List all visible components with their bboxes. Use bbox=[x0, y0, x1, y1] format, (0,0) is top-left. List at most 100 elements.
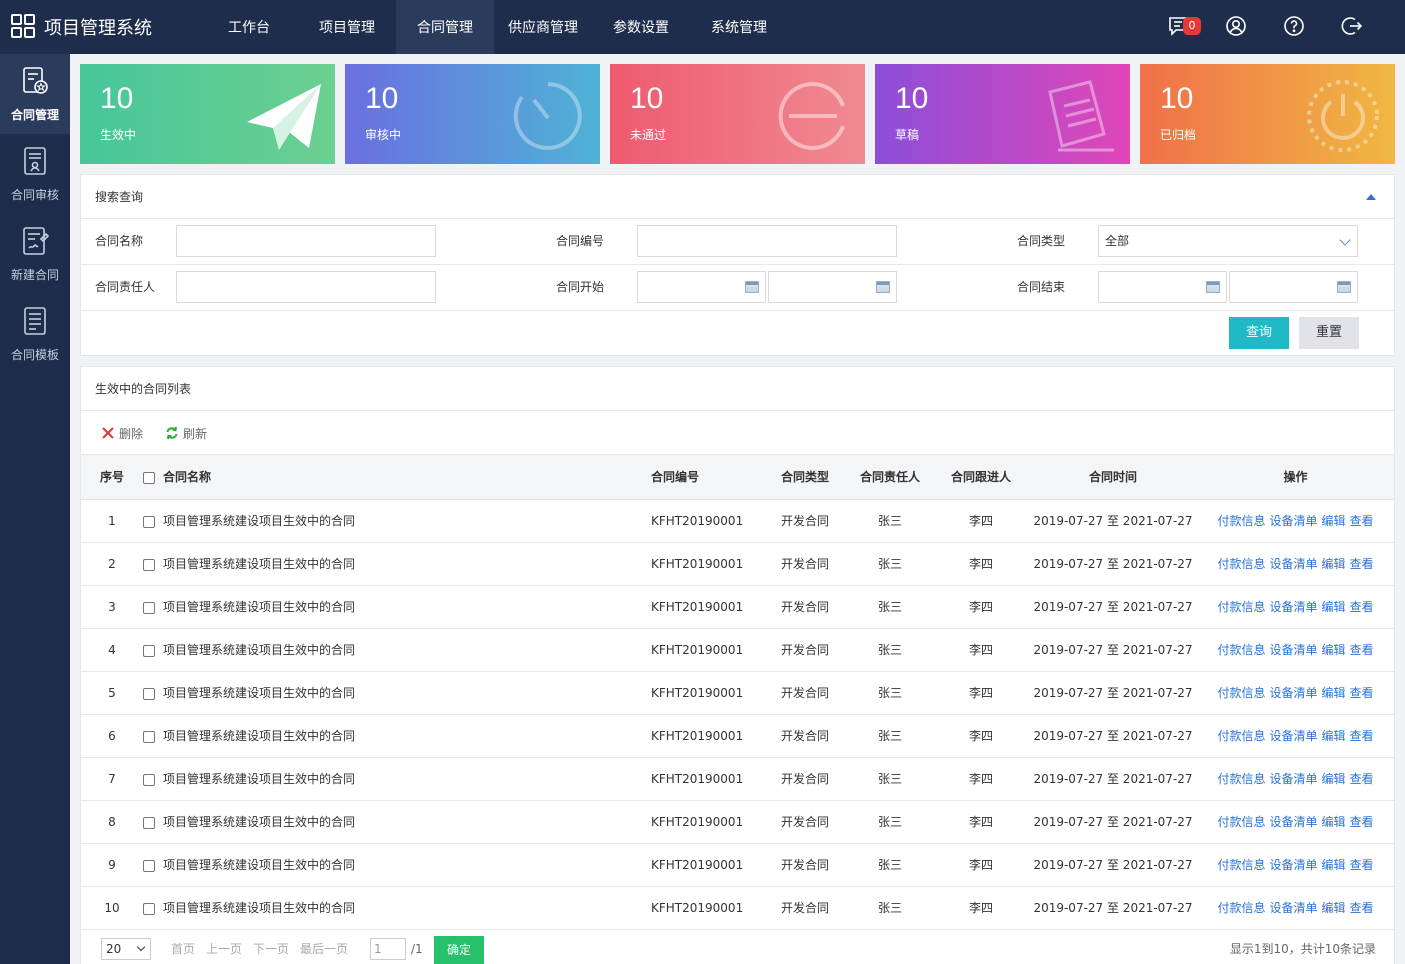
stat-card-active[interactable]: 10 生效中 bbox=[80, 64, 335, 164]
payment-info-link[interactable]: 付款信息 bbox=[1217, 901, 1265, 915]
row-checkbox[interactable] bbox=[143, 730, 155, 743]
reset-button[interactable]: 重置 bbox=[1299, 317, 1359, 349]
view-link[interactable]: 查看 bbox=[1350, 772, 1374, 786]
equipment-list-link[interactable]: 设备清单 bbox=[1269, 643, 1317, 657]
end-date-from-input[interactable] bbox=[1098, 271, 1227, 303]
sidebar-item-contract-management[interactable]: 合同管理 bbox=[0, 54, 70, 134]
table-row[interactable]: 5 项目管理系统建设项目生效中的合同 KFHT20190001 开发合同 张三 李四 201… bbox=[81, 671, 1394, 715]
query-button[interactable]: 查询 bbox=[1229, 317, 1289, 349]
payment-info-link[interactable]: 付款信息 bbox=[1217, 557, 1265, 571]
edit-link[interactable]: 编辑 bbox=[1322, 901, 1346, 915]
calendar-icon[interactable] bbox=[1206, 281, 1220, 293]
page-size-select[interactable]: 20 bbox=[101, 938, 151, 960]
row-checkbox[interactable] bbox=[143, 558, 155, 571]
view-link[interactable]: 查看 bbox=[1350, 858, 1374, 872]
contract-type-select[interactable]: 全部 bbox=[1098, 225, 1358, 257]
view-link[interactable]: 查看 bbox=[1350, 600, 1374, 614]
stat-card-rejected[interactable]: 10 未通过 bbox=[610, 64, 865, 164]
table-row[interactable]: 8 项目管理系统建设项目生效中的合同 KFHT20190001 开发合同 张三 李四 201… bbox=[81, 800, 1394, 844]
logout-button[interactable] bbox=[1323, 0, 1381, 54]
edit-link[interactable]: 编辑 bbox=[1322, 557, 1346, 571]
next-page-link[interactable]: 下一页 bbox=[253, 938, 289, 960]
brand[interactable]: 项目管理系统 bbox=[10, 12, 152, 42]
nav-supplier-management[interactable]: 供应商管理 bbox=[494, 0, 592, 54]
calendar-icon[interactable] bbox=[745, 281, 759, 293]
go-page-button[interactable]: 确定 bbox=[434, 936, 484, 964]
view-link[interactable]: 查看 bbox=[1350, 686, 1374, 700]
contract-name-input[interactable] bbox=[176, 225, 436, 257]
equipment-list-link[interactable]: 设备清单 bbox=[1269, 729, 1317, 743]
table-row[interactable]: 6 项目管理系统建设项目生效中的合同 KFHT20190001 开发合同 张三 李四 201… bbox=[81, 714, 1394, 758]
last-page-link[interactable]: 最后一页 bbox=[300, 938, 348, 960]
payment-info-link[interactable]: 付款信息 bbox=[1217, 729, 1265, 743]
equipment-list-link[interactable]: 设备清单 bbox=[1269, 514, 1317, 528]
payment-info-link[interactable]: 付款信息 bbox=[1217, 514, 1265, 528]
row-checkbox[interactable] bbox=[143, 644, 155, 657]
edit-link[interactable]: 编辑 bbox=[1322, 772, 1346, 786]
contract-number-input[interactable] bbox=[637, 225, 897, 257]
calendar-icon[interactable] bbox=[876, 281, 890, 293]
row-checkbox[interactable] bbox=[143, 687, 155, 700]
calendar-icon[interactable] bbox=[1337, 281, 1351, 293]
nav-project-management[interactable]: 项目管理 bbox=[298, 0, 396, 54]
equipment-list-link[interactable]: 设备清单 bbox=[1269, 901, 1317, 915]
edit-link[interactable]: 编辑 bbox=[1322, 815, 1346, 829]
page-number-input[interactable]: 1 bbox=[370, 938, 406, 960]
edit-link[interactable]: 编辑 bbox=[1322, 600, 1346, 614]
sidebar-item-contract-template[interactable]: 合同模板 bbox=[0, 294, 70, 374]
view-link[interactable]: 查看 bbox=[1350, 514, 1374, 528]
table-row[interactable]: 2 项目管理系统建设项目生效中的合同 KFHT20190001 开发合同 张三 李四 201… bbox=[81, 542, 1394, 586]
stat-card-reviewing[interactable]: 10 审核中 bbox=[345, 64, 600, 164]
start-date-from-input[interactable] bbox=[637, 271, 766, 303]
view-link[interactable]: 查看 bbox=[1350, 729, 1374, 743]
view-link[interactable]: 查看 bbox=[1350, 557, 1374, 571]
equipment-list-link[interactable]: 设备清单 bbox=[1269, 686, 1317, 700]
table-row[interactable]: 9 项目管理系统建设项目生效中的合同 KFHT20190001 开发合同 张三 李四 201… bbox=[81, 843, 1394, 887]
row-checkbox[interactable] bbox=[143, 816, 155, 829]
collapse-up-icon[interactable] bbox=[1366, 194, 1376, 200]
table-row[interactable]: 1 项目管理系统建设项目生效中的合同 KFHT20190001 开发合同 张三 李四 201… bbox=[81, 499, 1394, 543]
table-row[interactable]: 7 项目管理系统建设项目生效中的合同 KFHT20190001 开发合同 张三 李四 201… bbox=[81, 757, 1394, 801]
contract-owner-input[interactable] bbox=[176, 271, 436, 303]
sidebar-item-contract-review[interactable]: 合同审核 bbox=[0, 134, 70, 214]
view-link[interactable]: 查看 bbox=[1350, 901, 1374, 915]
help-button[interactable] bbox=[1265, 0, 1323, 54]
payment-info-link[interactable]: 付款信息 bbox=[1217, 858, 1265, 872]
edit-link[interactable]: 编辑 bbox=[1322, 858, 1346, 872]
table-row[interactable]: 10 项目管理系统建设项目生效中的合同 KFHT20190001 开发合同 张三 李四 20… bbox=[81, 886, 1394, 930]
row-checkbox[interactable] bbox=[143, 773, 155, 786]
edit-link[interactable]: 编辑 bbox=[1322, 643, 1346, 657]
end-date-to-input[interactable] bbox=[1229, 271, 1358, 303]
view-link[interactable]: 查看 bbox=[1350, 815, 1374, 829]
nav-workbench[interactable]: 工作台 bbox=[200, 0, 298, 54]
refresh-button[interactable]: 刷新 bbox=[165, 411, 207, 455]
row-checkbox[interactable] bbox=[143, 902, 155, 915]
nav-system-management[interactable]: 系统管理 bbox=[690, 0, 788, 54]
payment-info-link[interactable]: 付款信息 bbox=[1217, 772, 1265, 786]
select-all-checkbox[interactable] bbox=[143, 471, 155, 484]
payment-info-link[interactable]: 付款信息 bbox=[1217, 686, 1265, 700]
first-page-link[interactable]: 首页 bbox=[171, 938, 195, 960]
stat-card-draft[interactable]: 10 草稿 bbox=[875, 64, 1130, 164]
edit-link[interactable]: 编辑 bbox=[1322, 686, 1346, 700]
start-date-to-input[interactable] bbox=[768, 271, 897, 303]
edit-link[interactable]: 编辑 bbox=[1322, 729, 1346, 743]
table-row[interactable]: 4 项目管理系统建设项目生效中的合同 KFHT20190001 开发合同 张三 李四 201… bbox=[81, 628, 1394, 672]
stat-card-archived[interactable]: 10 已归档 bbox=[1140, 64, 1395, 164]
view-link[interactable]: 查看 bbox=[1350, 643, 1374, 657]
equipment-list-link[interactable]: 设备清单 bbox=[1269, 557, 1317, 571]
prev-page-link[interactable]: 上一页 bbox=[206, 938, 242, 960]
payment-info-link[interactable]: 付款信息 bbox=[1217, 643, 1265, 657]
row-checkbox[interactable] bbox=[143, 859, 155, 872]
row-checkbox[interactable] bbox=[143, 601, 155, 614]
nav-parameter-settings[interactable]: 参数设置 bbox=[592, 0, 690, 54]
messages-button[interactable]: 0 bbox=[1149, 0, 1207, 54]
payment-info-link[interactable]: 付款信息 bbox=[1217, 600, 1265, 614]
user-button[interactable] bbox=[1207, 0, 1265, 54]
table-row[interactable]: 3 项目管理系统建设项目生效中的合同 KFHT20190001 开发合同 张三 李四 201… bbox=[81, 585, 1394, 629]
nav-contract-management[interactable]: 合同管理 bbox=[396, 0, 494, 54]
equipment-list-link[interactable]: 设备清单 bbox=[1269, 858, 1317, 872]
row-checkbox[interactable] bbox=[143, 515, 155, 528]
equipment-list-link[interactable]: 设备清单 bbox=[1269, 600, 1317, 614]
edit-link[interactable]: 编辑 bbox=[1322, 514, 1346, 528]
